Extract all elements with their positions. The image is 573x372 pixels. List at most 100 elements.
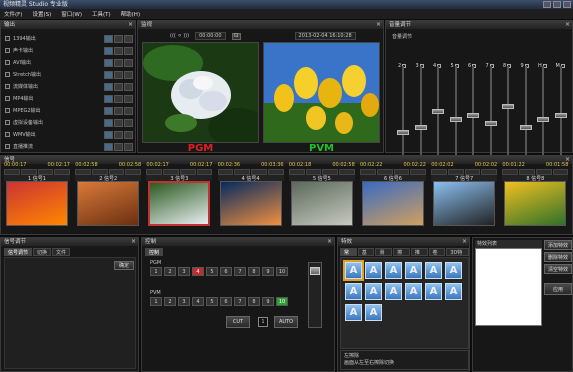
auto-button[interactable]: AUTO bbox=[274, 316, 298, 328]
output-checkbox[interactable] bbox=[5, 60, 10, 65]
audio-fader[interactable] bbox=[414, 66, 428, 158]
menu-settings[interactable]: 设置(S) bbox=[32, 10, 51, 18]
pgm-source-button[interactable]: 7 bbox=[234, 267, 246, 276]
pvm-source-button[interactable]: 1 bbox=[150, 297, 162, 306]
output-checkbox[interactable] bbox=[5, 72, 10, 77]
transition-effect-icon[interactable]: A bbox=[425, 283, 442, 300]
tab-file[interactable]: 文件 bbox=[52, 248, 71, 256]
transition-effect-icon[interactable]: A bbox=[405, 283, 422, 300]
effects-tab[interactable]: 基本 bbox=[357, 248, 375, 264]
clear-effects-button[interactable]: 清空特效 bbox=[544, 264, 572, 274]
close-icon[interactable]: × bbox=[462, 238, 467, 246]
transition-effect-icon[interactable]: A bbox=[345, 304, 362, 321]
fader-knob[interactable] bbox=[449, 117, 462, 122]
pvm-source-button[interactable]: 6 bbox=[220, 297, 232, 306]
cut-button[interactable]: CUT bbox=[226, 316, 250, 328]
add-effect-button[interactable]: 添加特效 bbox=[544, 240, 572, 250]
camera-source[interactable]: 00:02:18 00:02:58 5 信号5 bbox=[288, 162, 355, 233]
camera-source[interactable]: 00:01:22 00:01:58 8 信号8 bbox=[502, 162, 569, 233]
pgm-source-button[interactable]: 4 bbox=[192, 267, 204, 276]
transition-duration[interactable]: 1 bbox=[258, 317, 268, 327]
transition-effect-icon[interactable]: A bbox=[425, 262, 442, 279]
output-settings-button[interactable] bbox=[104, 94, 113, 103]
fader-knob[interactable] bbox=[502, 104, 514, 109]
menu-help[interactable]: 帮助(H) bbox=[121, 10, 140, 18]
effects-tab[interactable]: 常用 bbox=[340, 248, 357, 264]
output-stop-button[interactable] bbox=[124, 58, 133, 67]
fader-knob[interactable] bbox=[414, 125, 427, 130]
effects-tab[interactable]: 推拉 bbox=[410, 248, 428, 264]
audio-fader[interactable] bbox=[449, 66, 463, 158]
camera-source[interactable]: 00:02:02 00:02:02 7 信号7 bbox=[431, 162, 498, 233]
output-start-button[interactable] bbox=[114, 34, 123, 43]
broadcast-icon[interactable]: ((( ⚪ ))) bbox=[170, 33, 189, 39]
effects-tab[interactable]: 滑动 bbox=[375, 248, 393, 264]
fader-knob[interactable] bbox=[554, 113, 567, 118]
menu-tools[interactable]: 工具(T) bbox=[92, 10, 111, 18]
output-stop-button[interactable] bbox=[124, 82, 133, 91]
apply-effect-button[interactable]: 应用 bbox=[544, 283, 572, 295]
tbar-track[interactable] bbox=[308, 262, 322, 328]
output-start-button[interactable] bbox=[114, 82, 123, 91]
audio-fader[interactable] bbox=[431, 66, 445, 158]
maximize-button[interactable] bbox=[553, 1, 561, 8]
effects-tab[interactable]: 擦除 bbox=[393, 248, 410, 264]
close-icon[interactable]: × bbox=[327, 238, 332, 246]
camera-source[interactable]: 00:02:36 00:03:36 4 信号4 bbox=[217, 162, 284, 233]
pgm-source-button[interactable]: 3 bbox=[178, 267, 190, 276]
camera-thumbnail[interactable] bbox=[6, 181, 68, 226]
pvm-source-button[interactable]: 7 bbox=[234, 297, 246, 306]
output-stop-button[interactable] bbox=[124, 94, 133, 103]
output-stop-button[interactable] bbox=[124, 46, 133, 55]
output-settings-button[interactable] bbox=[104, 46, 113, 55]
transition-effect-icon[interactable]: A bbox=[365, 262, 382, 279]
camera-source[interactable]: 00:02:22 00:02:22 6 信号6 bbox=[360, 162, 426, 233]
output-checkbox[interactable] bbox=[5, 144, 10, 149]
pvm-source-button[interactable]: 3 bbox=[178, 297, 190, 306]
audio-fader[interactable] bbox=[484, 66, 498, 158]
output-checkbox[interactable] bbox=[5, 120, 10, 125]
camera-thumbnail[interactable] bbox=[290, 181, 353, 226]
pgm-source-button[interactable]: 10 bbox=[276, 267, 288, 276]
output-stop-button[interactable] bbox=[124, 34, 133, 43]
audio-fader[interactable] bbox=[536, 66, 550, 158]
pgm-source-button[interactable]: 5 bbox=[206, 267, 218, 276]
pvm-source-button[interactable]: 4 bbox=[192, 297, 204, 306]
camera-thumbnail[interactable] bbox=[77, 181, 140, 226]
pgm-source-button[interactable]: 8 bbox=[248, 267, 260, 276]
output-settings-button[interactable] bbox=[104, 70, 113, 79]
output-start-button[interactable] bbox=[114, 58, 123, 67]
output-start-button[interactable] bbox=[114, 94, 123, 103]
effects-tab[interactable]: 卷页 bbox=[428, 248, 446, 264]
pgm-source-button[interactable]: 9 bbox=[262, 267, 274, 276]
close-icon[interactable]: × bbox=[376, 21, 381, 29]
output-stop-button[interactable] bbox=[124, 130, 133, 139]
tab-control[interactable]: 控制 bbox=[145, 248, 164, 256]
output-checkbox[interactable] bbox=[5, 132, 10, 137]
close-button[interactable] bbox=[563, 1, 571, 8]
output-start-button[interactable] bbox=[114, 106, 123, 115]
menu-file[interactable]: 文件(F) bbox=[4, 10, 22, 18]
tbar-handle[interactable] bbox=[310, 267, 320, 275]
audio-fader[interactable] bbox=[396, 66, 410, 158]
camera-thumbnail[interactable] bbox=[148, 181, 211, 226]
pvm-source-button[interactable]: 5 bbox=[206, 297, 218, 306]
audio-fader[interactable] bbox=[501, 66, 515, 158]
delete-effect-button[interactable]: 删除特效 bbox=[544, 252, 572, 262]
transition-effect-icon[interactable]: A bbox=[385, 262, 402, 279]
transition-effect-icon[interactable]: A bbox=[445, 262, 462, 279]
output-settings-button[interactable] bbox=[104, 118, 113, 127]
output-stop-button[interactable] bbox=[124, 70, 133, 79]
output-checkbox[interactable] bbox=[5, 36, 10, 41]
close-icon[interactable]: × bbox=[131, 238, 136, 246]
pvm-source-button[interactable]: 2 bbox=[164, 297, 176, 306]
snapshot-button[interactable]: ⊡ bbox=[231, 32, 241, 40]
pvm-source-button[interactable]: 9 bbox=[262, 297, 274, 306]
transition-effect-icon[interactable]: A bbox=[405, 262, 422, 279]
effects-list[interactable] bbox=[475, 248, 542, 326]
fader-knob[interactable] bbox=[519, 125, 532, 130]
camera-thumbnail[interactable] bbox=[219, 181, 282, 226]
output-stop-button[interactable] bbox=[124, 106, 133, 115]
output-start-button[interactable] bbox=[114, 142, 123, 151]
transition-effect-icon[interactable]: A bbox=[385, 283, 402, 300]
